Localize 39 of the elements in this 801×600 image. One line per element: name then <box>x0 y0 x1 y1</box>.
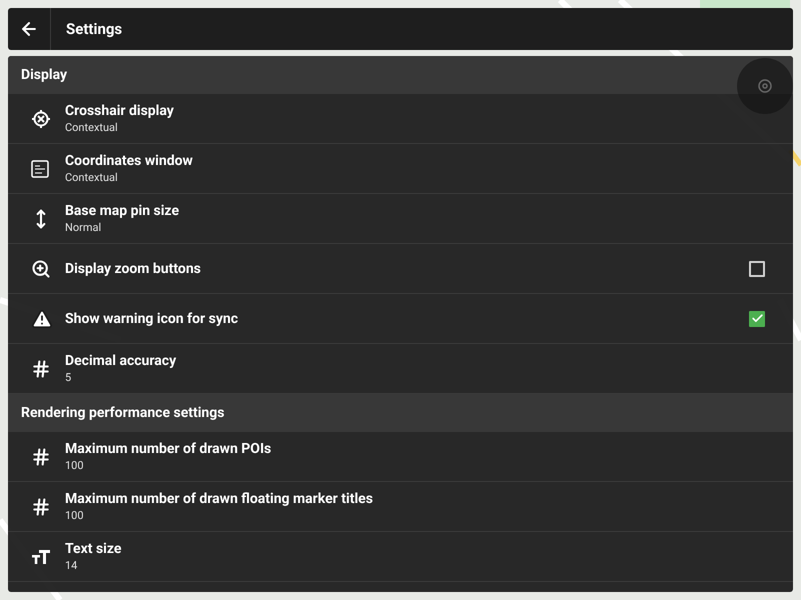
settings-row[interactable]: Maximum number of drawn POIs 100 <box>8 432 793 482</box>
settings-row[interactable]: Base map pin size Normal <box>8 194 793 244</box>
hash-icon <box>31 496 51 516</box>
setting-title: Text size <box>65 540 122 558</box>
location-target-icon <box>756 77 774 95</box>
settings-row[interactable]: Show warning icon for sync <box>8 294 793 344</box>
setting-title: Display zoom buttons <box>65 260 202 278</box>
page-title: Settings <box>65 18 122 40</box>
setting-value: Contextual <box>65 120 119 135</box>
check-icon <box>750 312 764 325</box>
setting-title: Maximum number of drawn POIs <box>65 440 272 458</box>
hash-icon <box>31 446 51 466</box>
setting-title: Crosshair display <box>65 102 175 120</box>
hash-icon <box>31 358 51 378</box>
checkbox[interactable] <box>749 310 765 326</box>
settings-row[interactable]: Crosshair display Contextual <box>8 94 793 144</box>
setting-value: Contextual <box>65 170 119 185</box>
settings-row[interactable]: Maximum number of drawn floating marker titles 100 <box>8 482 793 532</box>
text-size-icon <box>31 548 51 564</box>
setting-value: 14 <box>65 558 78 573</box>
checkbox[interactable] <box>749 260 765 276</box>
section-title: Display <box>21 66 68 84</box>
setting-title: Base map pin size <box>65 202 180 220</box>
settings-row[interactable]: Text size 14 <box>8 532 793 582</box>
coordinates-icon <box>31 160 49 178</box>
setting-title: Decimal accuracy <box>65 352 178 370</box>
setting-title: Coordinates window <box>65 152 194 170</box>
setting-title: Show warning icon for sync <box>65 310 240 328</box>
settings-row[interactable]: Display zoom buttons <box>8 244 793 294</box>
setting-value: Normal <box>65 220 102 235</box>
setting-title: Maximum number of drawn floating marker titles <box>65 490 374 508</box>
setting-value: 100 <box>65 508 85 523</box>
settings-row[interactable]: Coordinates window Contextual <box>8 144 793 194</box>
warning-icon <box>31 308 53 330</box>
section-title: Rendering performance settings <box>21 404 224 422</box>
setting-value: 5 <box>65 370 72 385</box>
zoom-in-icon <box>31 258 51 278</box>
crosshair-icon <box>31 108 51 128</box>
setting-value: 100 <box>65 458 85 473</box>
